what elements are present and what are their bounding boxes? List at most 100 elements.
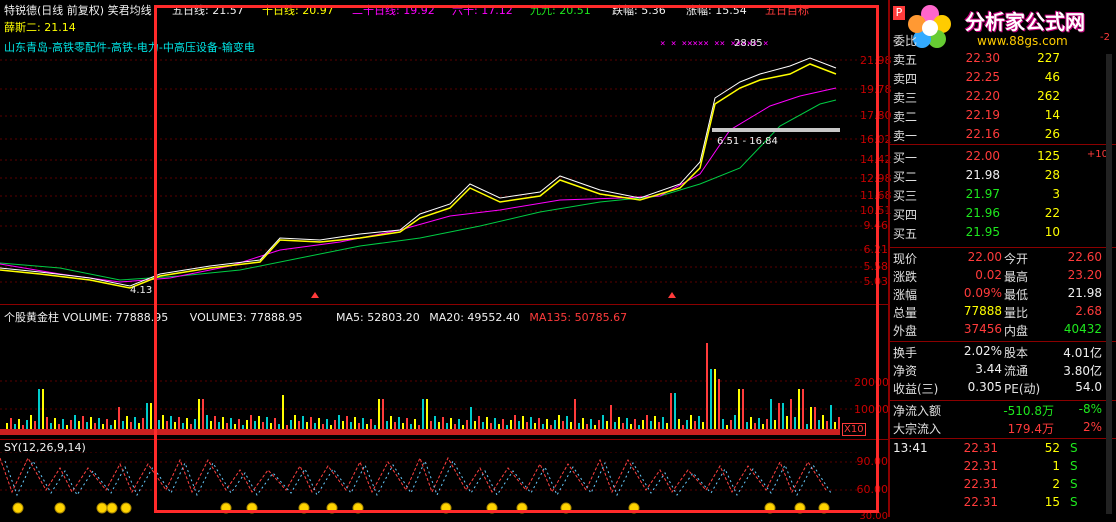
sy-buy-dot bbox=[628, 502, 640, 514]
signal-marker bbox=[311, 292, 319, 298]
volume-bar bbox=[258, 416, 260, 429]
volume-bar bbox=[206, 415, 208, 429]
volume-bar bbox=[646, 415, 648, 429]
bid-row[interactable]: 买四 21.96 22 bbox=[890, 206, 1116, 224]
volume-bar bbox=[478, 416, 480, 429]
bid-row[interactable]: 买二 21.98 28 bbox=[890, 168, 1116, 186]
volume-bar bbox=[62, 419, 64, 429]
ask-row[interactable]: 卖五 22.30 227 bbox=[890, 51, 1116, 69]
volume-bar bbox=[566, 416, 568, 429]
sy-buy-dot bbox=[818, 502, 830, 514]
volume-bar bbox=[170, 416, 172, 429]
volume-bar bbox=[578, 423, 580, 429]
volume-bar bbox=[378, 399, 380, 429]
low-price-label: 4.13 bbox=[130, 285, 153, 296]
ask-row[interactable]: 卖一 22.16 26 bbox=[890, 127, 1116, 145]
sy-buy-dot bbox=[220, 502, 232, 514]
bid-row[interactable]: 买五 21.95 10 bbox=[890, 225, 1116, 243]
volume-bar bbox=[382, 399, 384, 429]
volume-bar bbox=[814, 407, 816, 429]
volume-bar bbox=[674, 393, 676, 429]
volume-bar bbox=[202, 399, 204, 429]
stat-label: 量比 bbox=[1004, 306, 1029, 320]
volume-bar bbox=[186, 418, 188, 429]
tick-side: S bbox=[1070, 495, 1078, 509]
volume-bar bbox=[542, 424, 544, 429]
stat-value: 21.98 bbox=[1067, 286, 1102, 300]
volume-chart[interactable] bbox=[0, 325, 858, 437]
volume-bar bbox=[758, 418, 760, 429]
vol-ma20-readout: MA20: 49552.40 bbox=[429, 311, 520, 324]
volume3-readout: VOLUME3: 77888.95 bbox=[189, 311, 303, 324]
volume-bar bbox=[418, 425, 420, 429]
sy-buy-dot bbox=[120, 502, 132, 514]
volume-bar bbox=[14, 424, 16, 429]
volume-bar bbox=[294, 415, 296, 429]
volume-bar bbox=[446, 423, 448, 429]
price-tick: 5.58 bbox=[863, 260, 889, 273]
chart-header: 特锐德(日线 前复权) 笑君均线 五日线: 21.57 十日线: 20.97 二… bbox=[0, 0, 888, 18]
sy-buy-dot bbox=[54, 502, 66, 514]
volume-bar bbox=[706, 343, 708, 429]
volume-bar bbox=[602, 415, 604, 429]
bid-row[interactable]: 买三 21.97 3 bbox=[890, 187, 1116, 205]
volume-bar bbox=[86, 422, 88, 429]
tick-volume: 2 bbox=[1052, 477, 1060, 491]
flow-percent: 2% bbox=[1082, 420, 1102, 434]
quote-panel: 委比 -2 卖五 22.30 227 卖四 22.25 46 卖三 22.20 262 卖二 22.… bbox=[890, 30, 1116, 517]
volume-bar bbox=[270, 423, 272, 429]
volume-bar bbox=[562, 421, 564, 429]
volume-bar bbox=[98, 418, 100, 429]
flow-value: 179.4万 bbox=[1007, 422, 1054, 436]
volume-bar bbox=[246, 420, 248, 429]
tick-volume: 15 bbox=[1044, 495, 1060, 509]
sy-buy-dot bbox=[486, 502, 498, 514]
volume-bar bbox=[162, 415, 164, 429]
sy-oscillator-lines bbox=[0, 456, 832, 497]
volume-bar bbox=[390, 416, 392, 429]
price-chart[interactable]: × × ××××× ×× ××××× × bbox=[0, 18, 888, 300]
volume-bar bbox=[502, 419, 504, 429]
volume-bar bbox=[590, 419, 592, 429]
bid-row[interactable]: 买一 22.00 125 +10 bbox=[890, 149, 1116, 167]
volume-bar bbox=[798, 389, 800, 429]
ask-row[interactable]: 卖二 22.19 14 bbox=[890, 108, 1116, 126]
volume-bar bbox=[114, 420, 116, 429]
sy-indicator-chart[interactable] bbox=[0, 452, 858, 517]
volume-bar bbox=[614, 422, 616, 429]
volume-bar bbox=[662, 417, 664, 429]
fundamental-label: 换手 bbox=[893, 346, 918, 360]
volume-bar bbox=[194, 419, 196, 429]
volume-bar bbox=[306, 422, 308, 429]
ask-row[interactable]: 卖三 22.20 262 bbox=[890, 89, 1116, 107]
volume-bar bbox=[558, 415, 560, 429]
volume-bar bbox=[670, 393, 672, 429]
volume-bar bbox=[210, 421, 212, 429]
stats-divider bbox=[890, 341, 1116, 342]
volume-bar bbox=[654, 416, 656, 429]
volume-bar bbox=[38, 389, 40, 429]
volume-bar bbox=[10, 418, 12, 429]
volume-bar bbox=[74, 415, 76, 429]
volume-bar bbox=[658, 422, 660, 429]
ma20-readout: 二十日线: 19.92 bbox=[352, 4, 435, 17]
fundamental-value: 4.01亿 bbox=[1063, 346, 1102, 360]
weibi-label: 委比 bbox=[893, 34, 918, 48]
volume-bar bbox=[398, 417, 400, 429]
volume-bar bbox=[474, 421, 476, 429]
volume-bar bbox=[450, 418, 452, 429]
volume-bar bbox=[830, 405, 832, 429]
volume-bar bbox=[770, 399, 772, 429]
stat-row: 外盘 37456 内盘 40432 bbox=[890, 322, 1116, 340]
ma10-readout: 十日线: 20.97 bbox=[262, 4, 334, 17]
ask-row[interactable]: 卖四 22.25 46 bbox=[890, 70, 1116, 88]
volume-bar bbox=[250, 415, 252, 429]
volume-bar bbox=[310, 417, 312, 429]
tick-time: 13:41 bbox=[893, 441, 928, 455]
ask-label: 卖一 bbox=[893, 129, 918, 143]
quote-scrollbar[interactable] bbox=[1106, 54, 1112, 514]
volume-bar bbox=[130, 422, 132, 429]
volume-bar bbox=[470, 407, 472, 429]
bid-volume: 22 bbox=[1044, 206, 1060, 220]
volume-bar bbox=[238, 419, 240, 429]
